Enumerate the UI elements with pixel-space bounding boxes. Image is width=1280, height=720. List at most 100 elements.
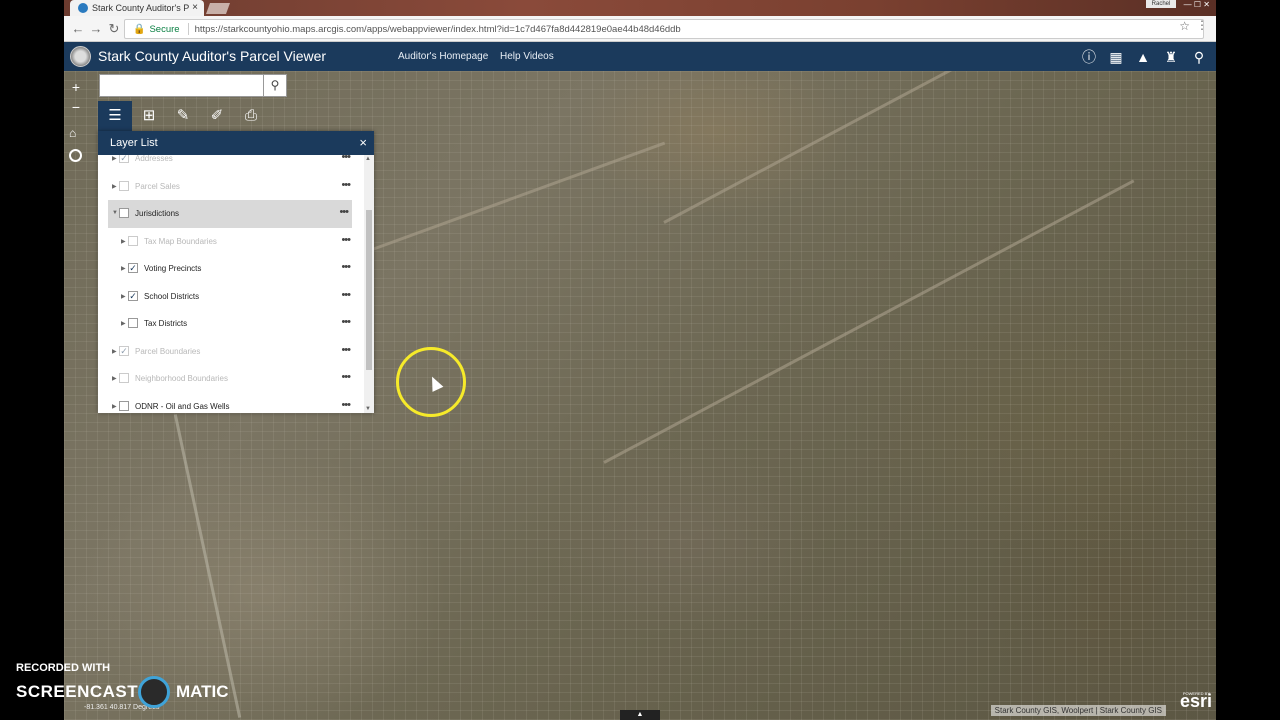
layer-row[interactable]: ▶ Parcel Sales ••• xyxy=(98,173,364,201)
expand-caret-icon[interactable]: ▶ xyxy=(112,348,117,355)
layer-label: Tax Districts xyxy=(144,319,188,328)
watermark-recorded-with: RECORDED WITH xyxy=(16,662,111,674)
layer-options-icon[interactable]: ••• xyxy=(339,206,349,218)
basemap-icon[interactable]: ⊞ xyxy=(132,101,166,131)
layer-label: Addresses xyxy=(135,155,173,163)
expand-panel-button[interactable]: ▲ xyxy=(620,710,660,720)
expand-caret-icon[interactable]: ▶ xyxy=(112,375,117,382)
expand-caret-icon[interactable]: ▶ xyxy=(121,293,126,300)
bookmark-icon[interactable]: ♜ xyxy=(1162,48,1180,66)
info-icon[interactable]: ⓘ xyxy=(1080,48,1098,66)
lock-icon: 🔒 xyxy=(133,23,146,35)
zoom-control: + − xyxy=(68,77,84,117)
layer-list-panel: Layer List × ▶ ✓ Addresses ••• ▶ Parcel Sales… xyxy=(98,131,374,413)
address-bar: ← → ↻ 🔒 Secure https://starkcountyohio.m… xyxy=(64,16,1216,42)
layer-checkbox[interactable]: ✓ xyxy=(119,155,129,163)
close-icon[interactable]: × xyxy=(359,131,367,155)
layer-options-icon[interactable]: ••• xyxy=(341,234,351,246)
reload-icon[interactable]: ↻ xyxy=(106,22,122,36)
layer-options-icon[interactable]: ••• xyxy=(341,179,351,191)
layer-row[interactable]: ▶ ✓ Parcel Boundaries ••• xyxy=(98,338,364,366)
back-icon[interactable]: ← xyxy=(70,22,86,36)
draw-icon[interactable]: ✐ xyxy=(200,101,234,131)
layer-row[interactable]: ▶ ODNR - Oil and Gas Wells ••• xyxy=(98,393,364,414)
watermark-screencast: SCREENCAST xyxy=(16,682,139,701)
auditors-homepage-link[interactable]: Auditor's Homepage xyxy=(398,51,488,62)
zoom-out-button[interactable]: − xyxy=(68,97,84,117)
layer-row[interactable]: ▼ Jurisdictions ••• xyxy=(108,200,352,228)
scroll-up-icon[interactable]: ▲ xyxy=(365,156,371,162)
layer-label: Neighborhood Boundaries xyxy=(135,374,228,383)
layer-checkbox[interactable] xyxy=(119,180,129,191)
screencast-logo-icon xyxy=(138,676,170,708)
window-controls[interactable]: — ☐ ✕ xyxy=(1184,0,1210,9)
layer-checkbox[interactable] xyxy=(119,208,129,218)
zoom-in-button[interactable]: + xyxy=(68,77,84,97)
layer-options-icon[interactable]: ••• xyxy=(341,289,351,301)
expand-caret-icon[interactable]: ▶ xyxy=(112,155,117,162)
layer-label: ODNR - Oil and Gas Wells xyxy=(135,401,230,411)
url-field[interactable]: 🔒 Secure https://starkcountyohio.maps.ar… xyxy=(124,19,1204,39)
grid-icon[interactable]: ▦ xyxy=(1107,48,1125,66)
graduation-cap-icon[interactable]: ▲ xyxy=(1134,48,1152,66)
expand-caret-icon[interactable]: ▼ xyxy=(112,210,118,216)
expand-caret-icon[interactable]: ▶ xyxy=(112,403,117,410)
help-videos-link[interactable]: Help Videos xyxy=(500,51,554,62)
layer-row[interactable]: ▶ ✓ Voting Precincts ••• xyxy=(98,255,364,283)
expand-caret-icon[interactable]: ▶ xyxy=(121,238,126,245)
browser-menu-icon[interactable]: ⋮ xyxy=(1196,18,1208,32)
layer-checkbox[interactable]: ✓ xyxy=(119,345,129,356)
county-seal-logo xyxy=(70,46,91,67)
omnibox-divider xyxy=(187,23,189,35)
layer-checkbox[interactable]: ✓ xyxy=(128,290,138,301)
print-icon[interactable]: ⎙ xyxy=(234,101,268,131)
app-header: Stark County Auditor's Parcel Viewer Aud… xyxy=(64,42,1216,71)
map-view[interactable]: + − ⌂ ⚲ ☰ ⊞ ✎ ✐ ⎙ Layer List × ▶ ✓ Address… xyxy=(64,71,1216,720)
search-icon[interactable]: ⚲ xyxy=(264,74,287,97)
panel-scrollbar[interactable]: ▲ ▼ xyxy=(364,155,374,413)
layer-options-icon[interactable]: ••• xyxy=(341,344,351,356)
layer-label: Voting Precincts xyxy=(144,264,202,273)
tab-close-icon[interactable]: × xyxy=(192,2,198,13)
bookmark-star-icon[interactable]: ☆ xyxy=(1179,19,1190,33)
home-icon[interactable]: ⌂ xyxy=(69,126,76,140)
browser-tab[interactable]: Stark County Auditor's P × xyxy=(70,0,204,16)
expand-caret-icon[interactable]: ▶ xyxy=(121,265,126,272)
user-badge[interactable]: Rachel xyxy=(1146,0,1176,8)
layer-checkbox[interactable] xyxy=(128,235,138,246)
scroll-down-icon[interactable]: ▼ xyxy=(365,406,371,412)
layer-label: School Districts xyxy=(144,291,200,301)
left-letterbox xyxy=(0,0,64,720)
panel-title: Layer List xyxy=(110,137,158,149)
search-input[interactable] xyxy=(99,74,264,97)
layer-label: Parcel Boundaries xyxy=(135,346,201,356)
layer-row[interactable]: ▶ Tax Map Boundaries ••• xyxy=(98,228,364,256)
tab-title: Stark County Auditor's P xyxy=(92,3,190,13)
layer-checkbox[interactable] xyxy=(128,318,138,328)
layer-options-icon[interactable]: ••• xyxy=(341,399,351,411)
layer-row[interactable]: ▶ Neighborhood Boundaries ••• xyxy=(98,365,364,393)
map-attribution: Stark County GIS, Woolpert | Stark Count… xyxy=(990,705,1166,716)
locate-icon[interactable] xyxy=(69,149,82,162)
favicon-icon xyxy=(78,3,88,13)
forward-icon[interactable]: → xyxy=(88,22,104,36)
layer-checkbox[interactable] xyxy=(119,373,129,383)
search-people-icon[interactable]: ⚲ xyxy=(1190,48,1208,66)
esri-logo[interactable]: esri xyxy=(1180,691,1212,712)
new-tab-button[interactable] xyxy=(205,3,231,14)
scrollbar-thumb[interactable] xyxy=(366,210,372,370)
measure-icon[interactable]: ✎ xyxy=(166,101,200,131)
expand-caret-icon[interactable]: ▶ xyxy=(121,320,126,327)
layers-icon[interactable]: ☰ xyxy=(98,101,132,131)
layer-row[interactable]: ▶ ✓ School Districts ••• xyxy=(98,283,364,311)
layer-row[interactable]: ▶ Tax Districts ••• xyxy=(98,310,364,338)
layer-checkbox[interactable]: ✓ xyxy=(128,263,138,273)
expand-caret-icon[interactable]: ▶ xyxy=(112,183,117,190)
layer-row[interactable]: ▶ ✓ Addresses ••• xyxy=(98,155,364,173)
layer-checkbox[interactable] xyxy=(119,400,129,411)
layer-options-icon[interactable]: ••• xyxy=(341,316,351,328)
layer-options-icon[interactable]: ••• xyxy=(341,261,351,273)
url-text: https://starkcountyohio.maps.arcgis.com/… xyxy=(194,23,681,35)
layer-options-icon[interactable]: ••• xyxy=(341,371,351,383)
layer-options-icon[interactable]: ••• xyxy=(341,155,351,163)
